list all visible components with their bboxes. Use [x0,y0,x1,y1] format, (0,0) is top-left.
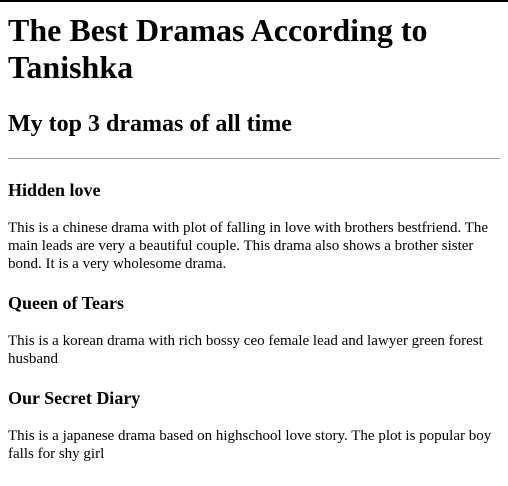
drama-description: This is a chinese drama with plot of fal… [8,220,489,272]
drama-title: Hidden love [8,180,101,200]
drama-entry-hidden-love: Hidden love This is a chinese drama with… [8,180,500,273]
drama-entry-our-secret-diary: Our Secret Diary This is a japanese dram… [8,388,500,463]
page-subtitle: My top 3 dramas of all time [8,111,292,137]
drama-description: This is a korean drama with rich bossy c… [8,333,483,367]
page-content: The Best Dramas According to Tanishka My… [0,12,508,463]
drama-description: This is a japanese drama based on highsc… [8,428,492,462]
page-title: The Best Dramas According to Tanishka [8,12,428,85]
section-divider [8,158,500,159]
drama-title: Queen of Tears [8,293,125,313]
drama-entry-queen-of-tears: Queen of Tears This is a korean drama wi… [8,293,500,368]
drama-title: Our Secret Diary [8,388,141,408]
